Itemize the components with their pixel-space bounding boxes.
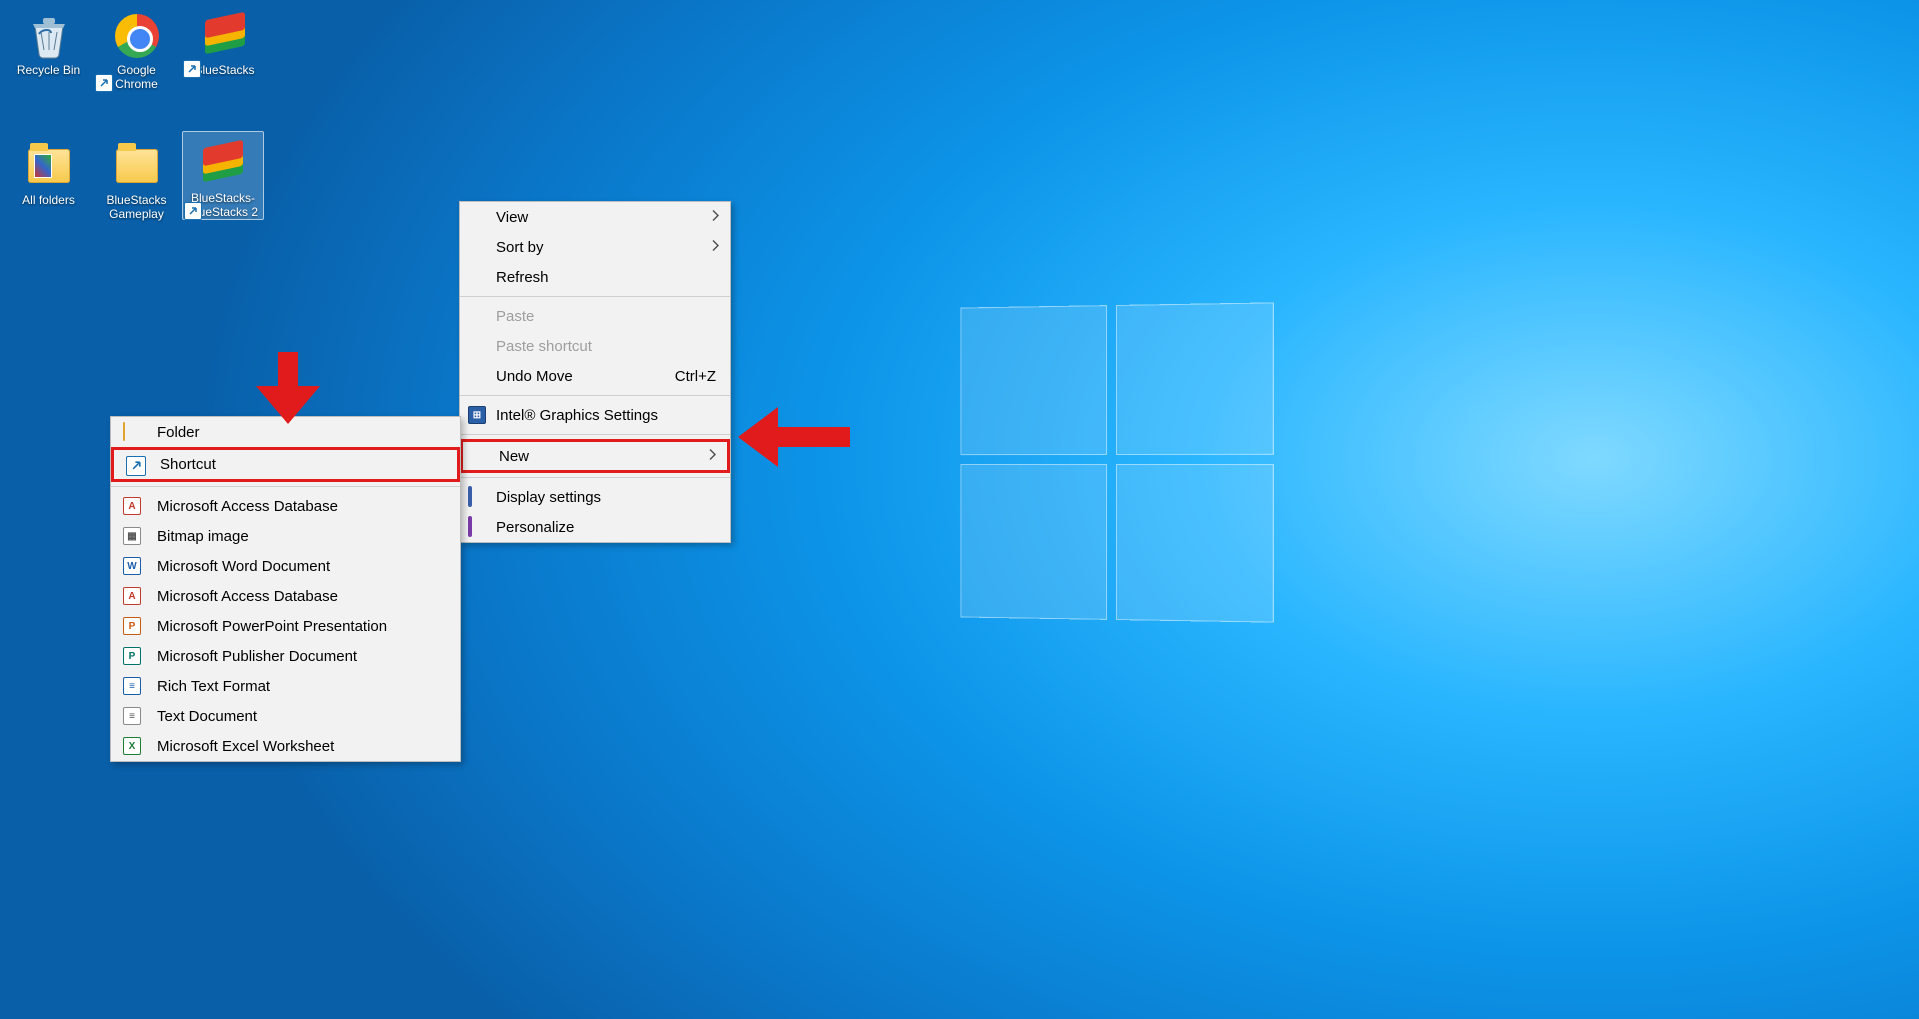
personalize-icon	[468, 518, 486, 536]
menu-label: Microsoft PowerPoint Presentation	[157, 618, 387, 635]
menu-label: Shortcut	[160, 456, 216, 473]
menu-label: Personalize	[496, 519, 574, 536]
text-icon: ≡	[123, 707, 141, 725]
menu-item-paste-shortcut: Paste shortcut	[460, 331, 730, 361]
menu-label: Paste shortcut	[496, 338, 592, 355]
submenu-item-shortcut[interactable]: Shortcut	[111, 447, 460, 482]
menu-separator	[460, 395, 730, 396]
chevron-right-icon	[710, 209, 720, 226]
chrome-icon	[113, 12, 161, 60]
menu-item-refresh[interactable]: Refresh	[460, 262, 730, 292]
submenu-item-powerpoint[interactable]: P Microsoft PowerPoint Presentation	[111, 611, 460, 641]
menu-label: Display settings	[496, 489, 601, 506]
desktop-icon-recycle-bin[interactable]: Recycle Bin	[6, 4, 91, 77]
menu-separator	[111, 486, 460, 487]
desktop-context-menu: View Sort by Refresh Paste Paste shortcu…	[459, 201, 731, 543]
menu-separator	[460, 296, 730, 297]
annotation-arrow-down-icon	[256, 352, 320, 424]
submenu-item-bitmap[interactable]: ▦ Bitmap image	[111, 521, 460, 551]
menu-label: Refresh	[496, 269, 549, 286]
menu-item-sort-by[interactable]: Sort by	[460, 232, 730, 262]
submenu-item-publisher[interactable]: P Microsoft Publisher Document	[111, 641, 460, 671]
folder-icon	[113, 142, 161, 190]
menu-label: Microsoft Publisher Document	[157, 648, 357, 665]
menu-label: Microsoft Word Document	[157, 558, 330, 575]
menu-item-paste: Paste	[460, 301, 730, 331]
menu-label: New	[499, 448, 529, 465]
menu-separator	[460, 434, 730, 435]
menu-label: Rich Text Format	[157, 678, 270, 695]
icon-label: BlueStacks Gameplay	[94, 193, 179, 221]
desktop-icon-all-folders[interactable]: All folders	[6, 134, 91, 207]
submenu-item-access-2[interactable]: A Microsoft Access Database	[111, 581, 460, 611]
desktop-icon-bluestacks-2[interactable]: BlueStacks-BlueStacks 2	[182, 131, 264, 220]
bitmap-icon: ▦	[123, 527, 141, 545]
folder-icon	[25, 142, 73, 190]
menu-shortcut: Ctrl+Z	[675, 368, 716, 385]
folder-icon	[123, 423, 141, 441]
recycle-bin-icon	[25, 12, 73, 60]
menu-label: Microsoft Access Database	[157, 498, 338, 515]
display-settings-icon	[468, 488, 486, 506]
rtf-icon: ≡	[123, 677, 141, 695]
access-icon: A	[123, 497, 141, 515]
chevron-right-icon	[710, 239, 720, 256]
submenu-item-rtf[interactable]: ≡ Rich Text Format	[111, 671, 460, 701]
menu-item-view[interactable]: View	[460, 202, 730, 232]
menu-label: Microsoft Excel Worksheet	[157, 738, 334, 755]
powerpoint-icon: P	[123, 617, 141, 635]
menu-label: Sort by	[496, 239, 544, 256]
icon-label: All folders	[19, 193, 78, 207]
shortcut-arrow-icon	[183, 60, 201, 78]
menu-item-display-settings[interactable]: Display settings	[460, 482, 730, 512]
chevron-right-icon	[707, 448, 717, 465]
desktop-icon-bluestacks-gameplay[interactable]: BlueStacks Gameplay	[94, 134, 179, 221]
menu-label: Folder	[157, 424, 200, 441]
windows-logo	[960, 302, 1273, 622]
icon-label: Recycle Bin	[14, 63, 83, 77]
menu-label: Microsoft Access Database	[157, 588, 338, 605]
new-submenu: Folder Shortcut A Microsoft Access Datab…	[110, 416, 461, 762]
submenu-item-excel[interactable]: X Microsoft Excel Worksheet	[111, 731, 460, 761]
menu-label: View	[496, 209, 528, 226]
menu-label: Undo Move	[496, 368, 573, 385]
desktop-icon-google-chrome[interactable]: Google Chrome	[94, 4, 179, 91]
excel-icon: X	[123, 737, 141, 755]
submenu-item-word[interactable]: W Microsoft Word Document	[111, 551, 460, 581]
intel-graphics-icon: ⊞	[468, 406, 486, 424]
desktop-icon-bluestacks[interactable]: BlueStacks	[182, 4, 267, 77]
bluestacks-icon	[199, 140, 247, 188]
menu-label: Intel® Graphics Settings	[496, 407, 658, 424]
menu-item-new[interactable]: New	[460, 439, 730, 473]
desktop[interactable]: Recycle Bin Google Chrome BlueStacks All…	[0, 0, 1919, 1019]
submenu-item-access[interactable]: A Microsoft Access Database	[111, 491, 460, 521]
menu-label: Text Document	[157, 708, 257, 725]
menu-item-intel-graphics[interactable]: ⊞ Intel® Graphics Settings	[460, 400, 730, 430]
shortcut-icon	[126, 456, 144, 474]
shortcut-arrow-icon	[184, 202, 202, 220]
menu-label: Bitmap image	[157, 528, 249, 545]
shortcut-arrow-icon	[95, 74, 113, 92]
menu-label: Paste	[496, 308, 534, 325]
submenu-item-text[interactable]: ≡ Text Document	[111, 701, 460, 731]
menu-separator	[460, 477, 730, 478]
menu-item-personalize[interactable]: Personalize	[460, 512, 730, 542]
annotation-arrow-left-icon	[738, 407, 850, 467]
icon-label: BlueStacks	[191, 63, 257, 77]
bluestacks-icon	[201, 12, 249, 60]
word-icon: W	[123, 557, 141, 575]
menu-item-undo-move[interactable]: Undo Move Ctrl+Z	[460, 361, 730, 391]
access-icon: A	[123, 587, 141, 605]
publisher-icon: P	[123, 647, 141, 665]
